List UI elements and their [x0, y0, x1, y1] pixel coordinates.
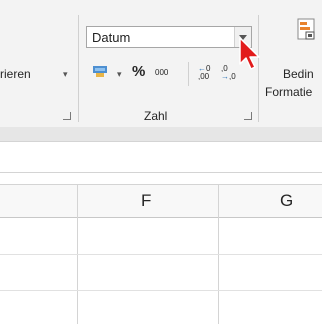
- percent-style-button[interactable]: %: [132, 63, 145, 80]
- formula-bar[interactable]: [0, 142, 322, 173]
- grid-line: [0, 254, 322, 255]
- group-separator: [78, 15, 79, 122]
- ribbon-bottom-strip: [0, 127, 322, 142]
- decrease-decimal-icon[interactable]: ,0 →,0: [221, 65, 236, 81]
- chevron-down-icon[interactable]: ▾: [63, 69, 68, 80]
- increase-decimal-icon[interactable]: ←0,00: [198, 65, 210, 81]
- comma-style-button[interactable]: 000: [155, 68, 168, 77]
- sheet-top-gap: [0, 173, 322, 185]
- grid-line: [0, 290, 322, 291]
- column-header-f[interactable]: F: [141, 191, 151, 211]
- group-separator: [188, 62, 189, 86]
- ribbon: rieren ▾ Datum ▾ % 000 ←0,00 ,0 →,0 Zahl …: [0, 0, 322, 128]
- dialog-launcher-icon[interactable]: [244, 112, 252, 120]
- dialog-launcher-icon[interactable]: [63, 112, 71, 120]
- cond-format-label-line2[interactable]: Formatie: [265, 85, 312, 99]
- sort-group-label-fragment[interactable]: rieren: [0, 67, 31, 81]
- conditional-formatting-icon[interactable]: [297, 18, 315, 40]
- currency-icon[interactable]: [93, 66, 107, 77]
- column-header-g[interactable]: G: [280, 191, 293, 211]
- cond-format-label-line1[interactable]: Bedin: [283, 67, 314, 81]
- number-group-label: Zahl: [144, 109, 168, 123]
- number-format-value: Datum: [92, 30, 131, 45]
- mouse-cursor-icon: [239, 37, 260, 70]
- chevron-down-icon[interactable]: ▾: [117, 69, 122, 80]
- number-format-dropdown[interactable]: Datum: [86, 26, 252, 48]
- column-header-row: [0, 185, 322, 218]
